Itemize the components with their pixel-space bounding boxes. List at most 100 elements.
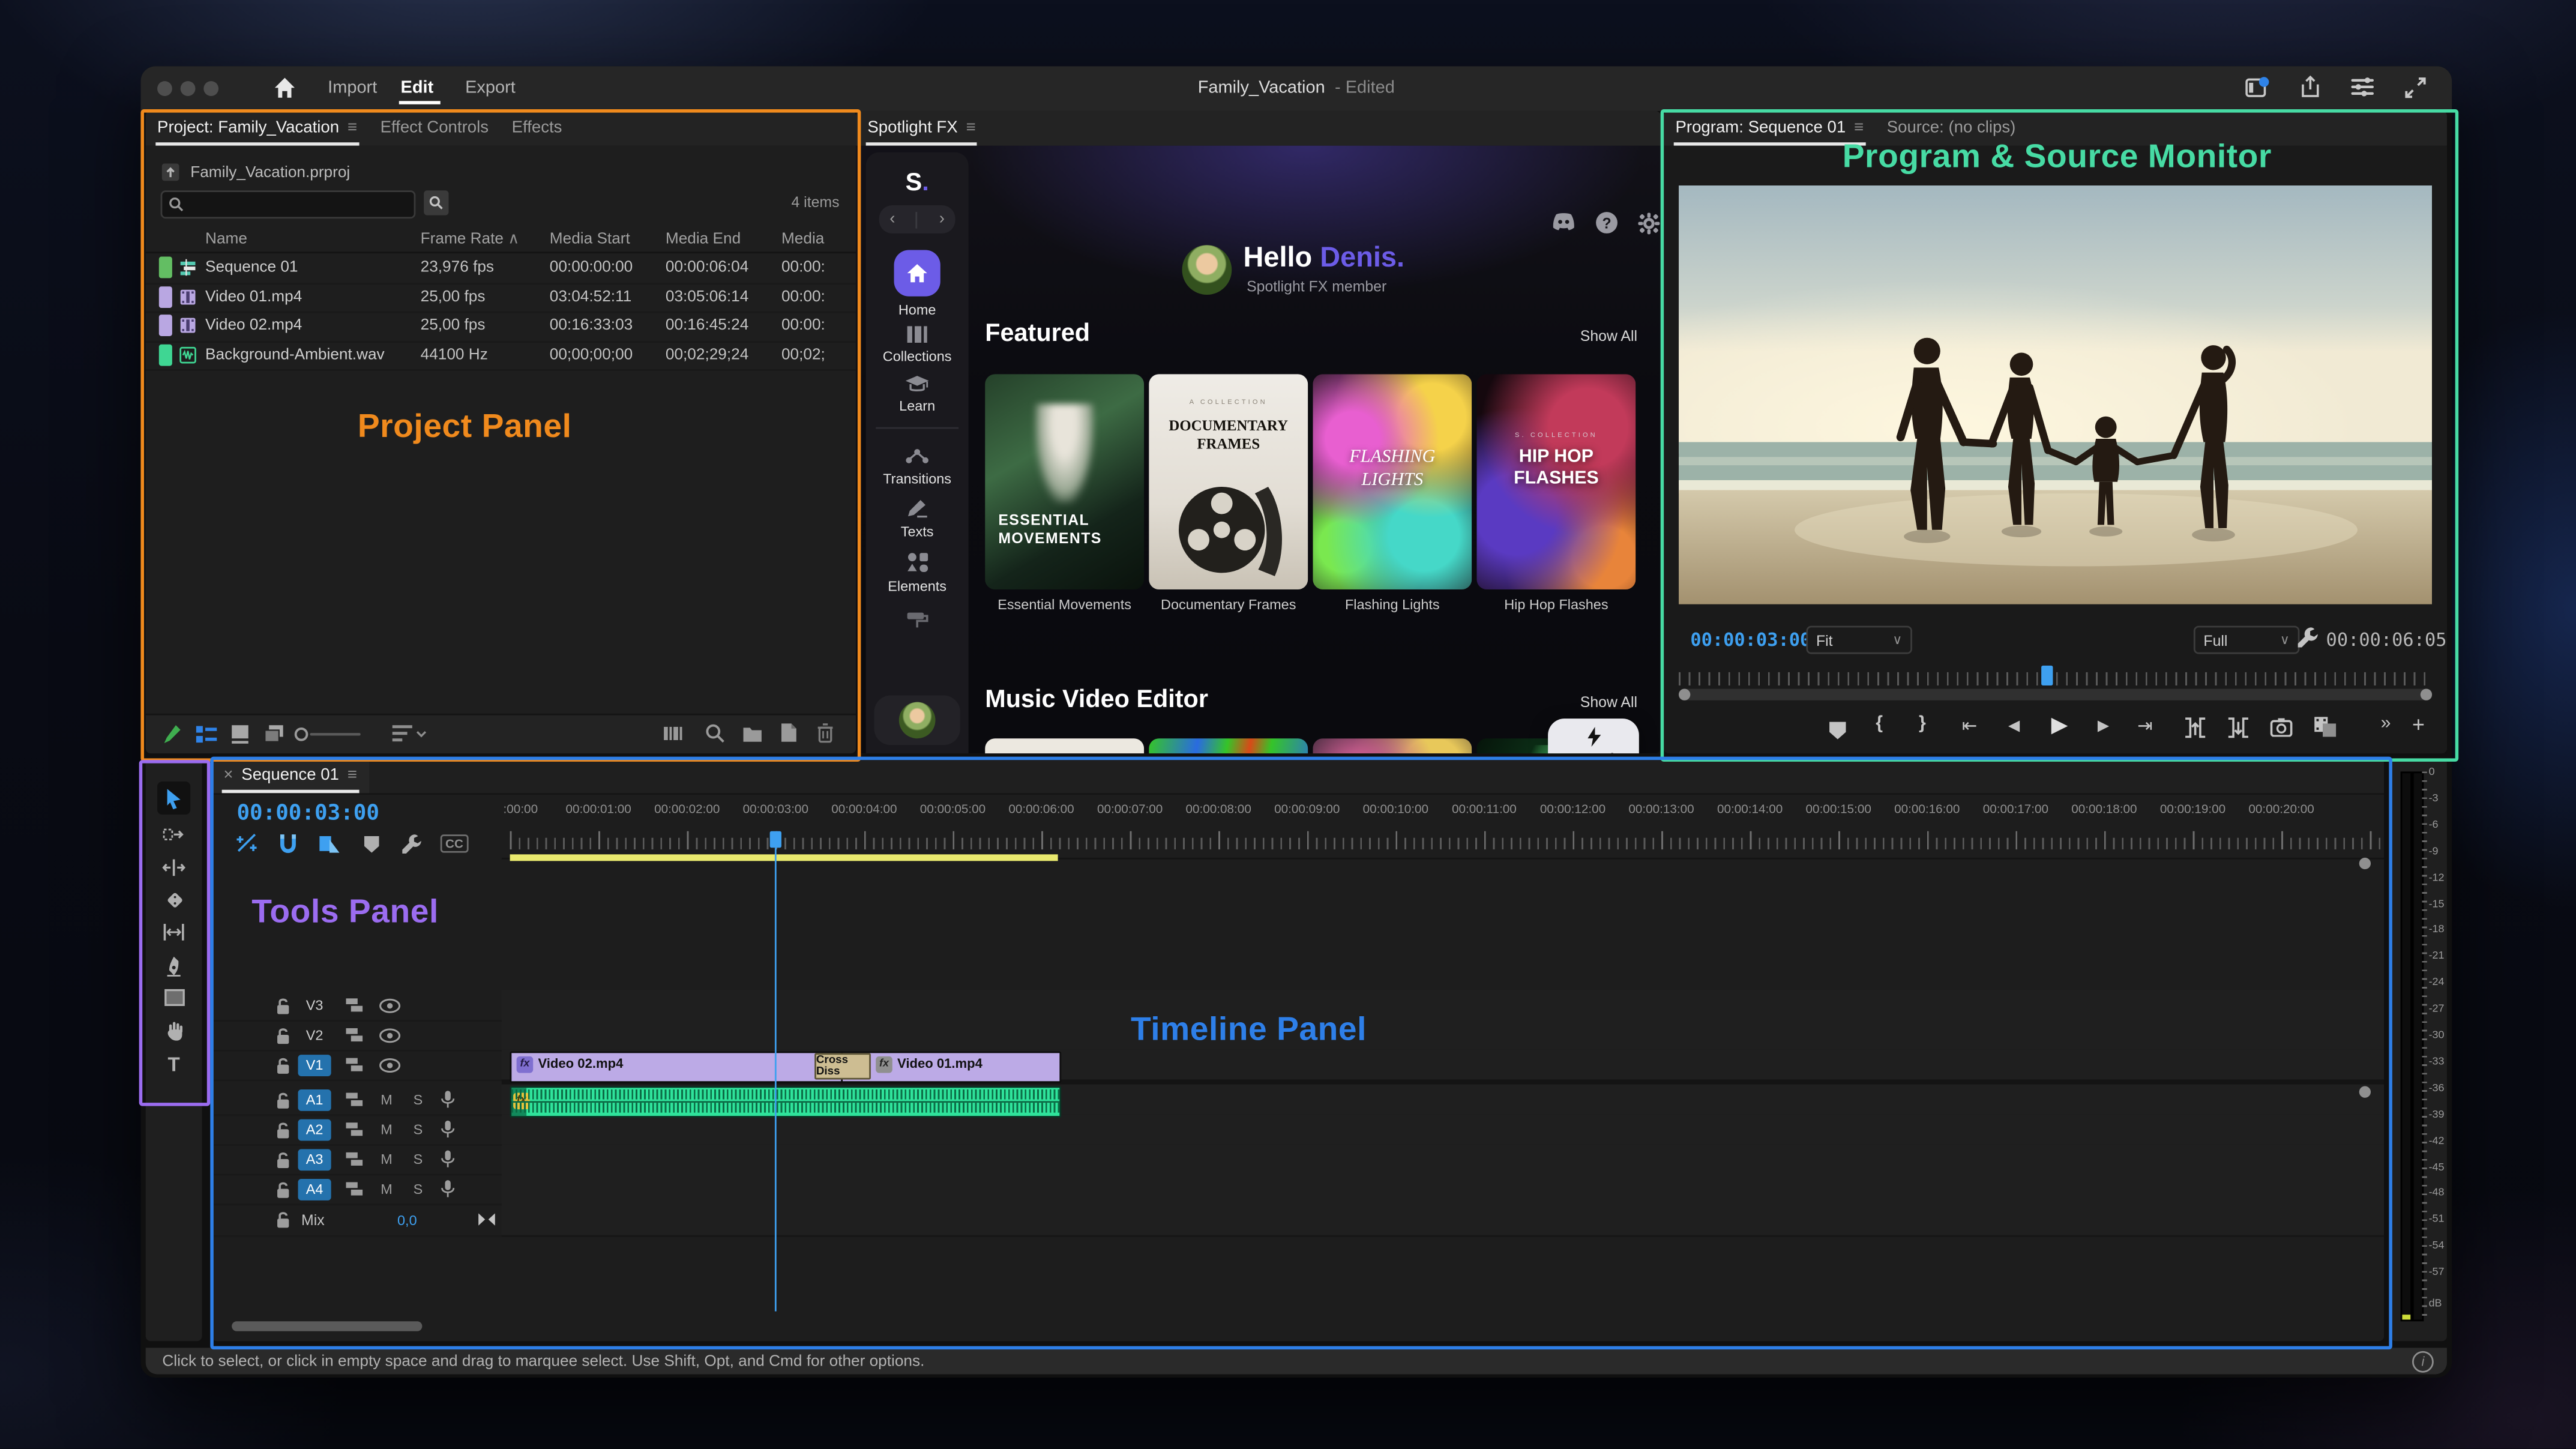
- lift-button[interactable]: [2183, 717, 2207, 738]
- add-button-icon[interactable]: +: [2412, 712, 2425, 737]
- tab-program[interactable]: Program: Sequence 01 ≡: [1664, 111, 1875, 146]
- label-swatch[interactable]: [158, 315, 172, 337]
- sort-icon[interactable]: [391, 723, 427, 743]
- col-frame-rate[interactable]: Frame Rate ∧: [421, 230, 550, 248]
- track-lane-v3[interactable]: [501, 990, 2385, 1022]
- toggle-track-output-eye-icon[interactable]: [379, 998, 401, 1013]
- paint-roller-icon[interactable]: [906, 611, 929, 629]
- help-icon[interactable]: ?: [1596, 212, 1618, 233]
- elements-icon[interactable]: [906, 552, 929, 573]
- workspace-icon[interactable]: [2245, 76, 2269, 107]
- new-item-icon[interactable]: [780, 722, 798, 744]
- linked-sequence-icon[interactable]: [318, 833, 342, 854]
- sidebar-item-collections[interactable]: Collections: [866, 348, 969, 364]
- track-header-v3[interactable]: V3: [212, 990, 502, 1022]
- share-icon[interactable]: [2298, 74, 2323, 107]
- card-documentary-frames[interactable]: A COLLECTION DOCUMENTARY FRAMES: [1149, 374, 1308, 589]
- card-gradient[interactable]: [1313, 738, 1472, 754]
- learn-icon[interactable]: [904, 374, 930, 394]
- list-view-icon[interactable]: [195, 725, 217, 743]
- texts-icon[interactable]: [906, 498, 929, 518]
- track-header-v2[interactable]: V2: [212, 1020, 502, 1052]
- back-icon[interactable]: ‹: [889, 210, 895, 228]
- mute-button[interactable]: M: [376, 1091, 397, 1108]
- col-name[interactable]: Name: [205, 230, 421, 248]
- label-swatch[interactable]: [158, 257, 172, 279]
- timeline-hscrollbar[interactable]: [232, 1321, 423, 1331]
- label-swatch[interactable]: [158, 286, 172, 308]
- toggle-track-output-eye-icon[interactable]: [379, 1057, 401, 1072]
- col-media-start[interactable]: Media Start: [550, 230, 666, 248]
- sidebar-item-transitions[interactable]: Transitions: [866, 470, 969, 487]
- card-flashing-lights[interactable]: FLASHING LIGHTS: [1313, 374, 1472, 589]
- clip-video-02[interactable]: fx Video 02.mp4: [510, 1050, 844, 1082]
- sync-lock-icon[interactable]: [345, 1091, 364, 1108]
- button-editor-icon[interactable]: »: [2381, 714, 2391, 734]
- program-video-frame[interactable]: [1679, 185, 2433, 604]
- monitor-scrub-ticks[interactable]: [1679, 672, 2433, 685]
- program-timecode[interactable]: 00:00:03:00: [1690, 629, 1811, 651]
- gear-icon[interactable]: [1637, 212, 1661, 235]
- selection-tool[interactable]: [157, 781, 191, 815]
- tab-effects[interactable]: Effects: [500, 111, 573, 146]
- sidebar-item-learn[interactable]: Learn: [866, 397, 969, 414]
- sidebar-item-home[interactable]: Home: [866, 301, 969, 318]
- fullscreen-icon[interactable]: [2404, 76, 2427, 107]
- mute-button[interactable]: M: [376, 1181, 397, 1197]
- go-to-in-button[interactable]: ⇤: [1962, 715, 1977, 737]
- writable-pencil-icon[interactable]: [162, 723, 182, 745]
- track-header-mix[interactable]: Mix 0,0: [212, 1203, 502, 1237]
- trash-icon[interactable]: [816, 722, 834, 744]
- featured-show-all[interactable]: Show All: [1580, 328, 1637, 345]
- sync-lock-icon[interactable]: [345, 1026, 364, 1043]
- panel-menu-icon[interactable]: ≡: [348, 119, 357, 137]
- extract-button[interactable]: [2227, 717, 2250, 738]
- mark-in-button[interactable]: {: [1876, 714, 1883, 734]
- clip-audio-background-ambient[interactable]: fx: [510, 1085, 1062, 1117]
- music-editor-show-all[interactable]: Show All: [1580, 694, 1637, 711]
- mute-button[interactable]: M: [376, 1151, 397, 1167]
- solo-button[interactable]: S: [408, 1181, 429, 1197]
- track-lane-a3[interactable]: [501, 1144, 2385, 1176]
- panel-menu-icon[interactable]: ≡: [1854, 119, 1864, 137]
- sidebar-item-texts[interactable]: Texts: [866, 523, 969, 540]
- forward-icon[interactable]: ›: [939, 210, 945, 228]
- col-media-end[interactable]: Media End: [666, 230, 781, 248]
- export-frame-button[interactable]: [2270, 717, 2293, 737]
- type-tool[interactable]: T: [146, 1053, 202, 1076]
- voiceover-mic-icon[interactable]: [441, 1089, 456, 1109]
- hand-tool[interactable]: [146, 1020, 202, 1041]
- step-back-button[interactable]: ◀: [2008, 717, 2020, 735]
- tab-project[interactable]: Project: Family_Vacation ≡: [146, 111, 369, 146]
- lock-icon[interactable]: [275, 1120, 292, 1138]
- playback-quality-dropdown[interactable]: Full ∨: [2193, 625, 2300, 654]
- lock-icon[interactable]: [275, 1179, 292, 1197]
- breadcrumb[interactable]: Family_Vacation.prproj: [190, 164, 350, 182]
- keyframe-toggle-icon[interactable]: [477, 1212, 496, 1227]
- sync-lock-icon[interactable]: [345, 1181, 364, 1197]
- table-row[interactable]: Video 01.mp4 25,00 fps 03:04:52:11 03:05…: [145, 282, 856, 313]
- table-row[interactable]: Video 02.mp4 25,00 fps 00:16:33:03 00:16…: [145, 312, 856, 342]
- linked-selection-icon[interactable]: [235, 833, 259, 854]
- panel-menu-icon[interactable]: ≡: [966, 119, 975, 137]
- collections-icon[interactable]: [906, 325, 929, 345]
- icon-view-icon[interactable]: [230, 723, 250, 745]
- lock-icon[interactable]: [275, 1055, 292, 1073]
- lock-icon[interactable]: [275, 1210, 292, 1228]
- tab-spotlight-fx[interactable]: Spotlight FX ≡: [856, 111, 987, 146]
- discord-icon[interactable]: [1551, 212, 1576, 232]
- voiceover-mic-icon[interactable]: [441, 1149, 456, 1169]
- settings-wrench-icon[interactable]: [2296, 626, 2320, 651]
- mute-button[interactable]: M: [376, 1121, 397, 1137]
- timeline-ruler[interactable]: :00:00 00:00:01:00 00:00:02:00 00:00:03:…: [501, 801, 2385, 860]
- table-row[interactable]: Background-Ambient.wav 44100 Hz 00;00;00…: [145, 340, 856, 371]
- track-lane-v2[interactable]: [501, 1020, 2385, 1052]
- freeform-view-icon[interactable]: [263, 723, 285, 745]
- mark-out-button[interactable]: }: [1919, 714, 1926, 734]
- timeline-vscroll-knob[interactable]: [2359, 857, 2371, 870]
- ripple-edit-tool[interactable]: [146, 858, 202, 878]
- step-forward-button[interactable]: ▶: [2098, 717, 2109, 735]
- add-marker-icon[interactable]: [364, 836, 379, 853]
- new-bin-icon[interactable]: [742, 723, 763, 743]
- tab-effect-controls[interactable]: Effect Controls: [369, 111, 500, 146]
